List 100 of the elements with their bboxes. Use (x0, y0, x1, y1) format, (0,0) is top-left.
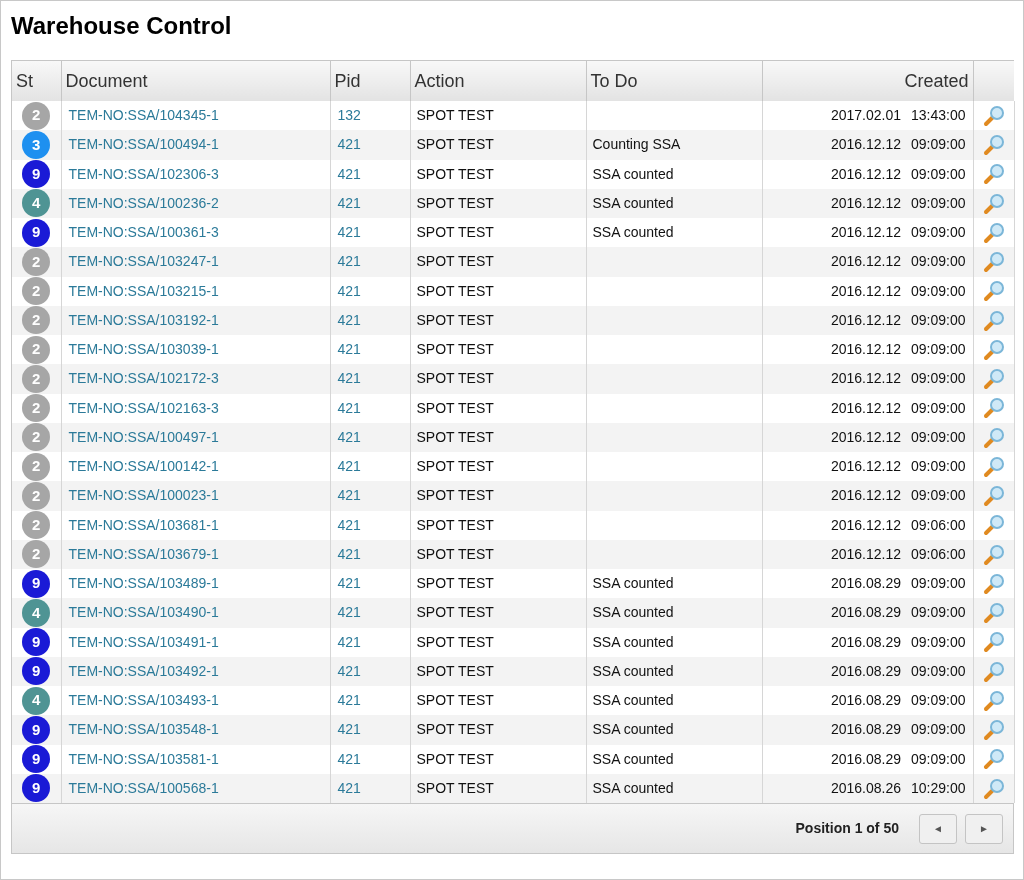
search-icon[interactable] (982, 104, 1005, 127)
column-header[interactable]: To Do (586, 61, 762, 101)
document-link[interactable]: TEM-NO:SSA/100236-2 (68, 194, 219, 211)
pid-link[interactable]: 421 (337, 633, 361, 650)
pid-link[interactable]: 421 (337, 458, 361, 475)
created-date: 2016.08.29 (830, 604, 901, 621)
search-icon[interactable] (982, 514, 1005, 537)
action-text: SPOT TEST (416, 428, 494, 445)
document-link[interactable]: TEM-NO:SSA/100568-1 (68, 779, 219, 796)
document-link[interactable]: TEM-NO:SSA/103039-1 (68, 341, 219, 358)
pid-link[interactable]: 421 (337, 545, 361, 562)
document-link[interactable]: TEM-NO:SSA/102163-3 (68, 399, 219, 416)
document-link[interactable]: TEM-NO:SSA/100142-1 (68, 458, 219, 475)
pid-link[interactable]: 421 (337, 165, 361, 182)
created-time: 09:09:00 (911, 428, 966, 445)
pid-link[interactable]: 421 (337, 136, 361, 153)
document-link[interactable]: TEM-NO:SSA/100023-1 (68, 487, 219, 504)
search-icon[interactable] (982, 543, 1005, 566)
action-text: SPOT TEST (416, 224, 494, 241)
pid-link[interactable]: 421 (337, 487, 361, 504)
search-icon[interactable] (982, 163, 1005, 186)
document-link[interactable]: TEM-NO:SSA/100361-3 (68, 224, 219, 241)
search-icon[interactable] (982, 221, 1005, 244)
pid-link[interactable]: 421 (337, 370, 361, 387)
column-header[interactable]: Document (61, 61, 330, 101)
document-link[interactable]: TEM-NO:SSA/103679-1 (68, 545, 219, 562)
status-badge: 9 (22, 774, 51, 803)
created-date: 2016.08.29 (830, 633, 901, 650)
pid-link[interactable]: 421 (337, 721, 361, 738)
document-link[interactable]: TEM-NO:SSA/103491-1 (68, 633, 219, 650)
search-icon[interactable] (982, 192, 1005, 215)
document-link[interactable]: TEM-NO:SSA/103247-1 (68, 253, 219, 270)
created-date: 2016.12.12 (830, 545, 901, 562)
search-icon[interactable] (982, 719, 1005, 741)
column-header[interactable]: Created (762, 61, 973, 101)
search-icon[interactable] (982, 338, 1005, 361)
pid-link[interactable]: 421 (337, 779, 361, 796)
document-link[interactable]: TEM-NO:SSA/104345-1 (68, 107, 219, 124)
created-date: 2016.12.12 (830, 458, 901, 475)
search-icon[interactable] (982, 397, 1005, 420)
document-link[interactable]: TEM-NO:SSA/103493-1 (68, 692, 219, 709)
next-page-button[interactable]: ► (965, 813, 1003, 844)
pid-link[interactable]: 421 (337, 282, 361, 299)
created-time: 09:09:00 (911, 721, 966, 738)
page-title: Warehouse Control (11, 11, 233, 41)
document-link[interactable]: TEM-NO:SSA/103490-1 (68, 604, 219, 621)
created-time: 09:09:00 (911, 194, 966, 211)
search-icon[interactable] (982, 251, 1005, 273)
document-link[interactable]: TEM-NO:SSA/103492-1 (68, 662, 219, 679)
pid-link[interactable]: 421 (337, 575, 361, 592)
created-date: 2016.12.12 (830, 136, 901, 153)
column-header[interactable]: Action (410, 61, 586, 101)
document-link[interactable]: TEM-NO:SSA/102306-3 (68, 165, 219, 182)
action-text: SPOT TEST (416, 107, 494, 124)
column-header[interactable]: St (12, 61, 61, 101)
pid-link[interactable]: 421 (337, 662, 361, 679)
status-badge: 2 (22, 423, 51, 452)
search-icon[interactable] (982, 455, 1005, 478)
status-badge: 9 (22, 628, 51, 657)
pid-link[interactable]: 421 (337, 341, 361, 358)
pid-link[interactable]: 421 (337, 399, 361, 416)
created-time: 09:09:00 (911, 370, 966, 387)
action-text: SPOT TEST (416, 633, 494, 650)
search-icon[interactable] (982, 689, 1005, 712)
search-icon[interactable] (982, 309, 1005, 332)
pid-link[interactable]: 132 (337, 107, 361, 124)
created-date: 2017.02.01 (830, 107, 901, 124)
pid-link[interactable]: 421 (337, 692, 361, 709)
pid-link[interactable]: 421 (337, 428, 361, 445)
search-icon[interactable] (982, 777, 1005, 800)
pid-link[interactable]: 421 (337, 224, 361, 241)
pid-link[interactable]: 421 (337, 194, 361, 211)
status-badge: 2 (22, 306, 51, 335)
search-icon[interactable] (982, 602, 1005, 624)
search-icon[interactable] (982, 426, 1005, 449)
document-link[interactable]: TEM-NO:SSA/103215-1 (68, 282, 219, 299)
search-icon[interactable] (982, 134, 1005, 156)
search-icon[interactable] (982, 660, 1005, 683)
pid-link[interactable]: 421 (337, 516, 361, 533)
pid-link[interactable]: 421 (337, 253, 361, 270)
search-icon[interactable] (982, 485, 1005, 507)
column-header[interactable]: Pid (330, 61, 410, 101)
search-icon[interactable] (982, 748, 1005, 771)
pid-link[interactable]: 421 (337, 750, 361, 767)
search-icon[interactable] (982, 631, 1005, 654)
document-link[interactable]: TEM-NO:SSA/103681-1 (68, 516, 219, 533)
previous-page-button[interactable]: ◄ (919, 813, 957, 844)
search-icon[interactable] (982, 572, 1005, 595)
action-text: SPOT TEST (416, 458, 494, 475)
pid-link[interactable]: 421 (337, 311, 361, 328)
document-link[interactable]: TEM-NO:SSA/103548-1 (68, 721, 219, 738)
document-link[interactable]: TEM-NO:SSA/102172-3 (68, 370, 219, 387)
document-link[interactable]: TEM-NO:SSA/100494-1 (68, 136, 219, 153)
document-link[interactable]: TEM-NO:SSA/100497-1 (68, 428, 219, 445)
search-icon[interactable] (982, 280, 1005, 303)
search-icon[interactable] (982, 368, 1005, 390)
document-link[interactable]: TEM-NO:SSA/103489-1 (68, 575, 219, 592)
pid-link[interactable]: 421 (337, 604, 361, 621)
document-link[interactable]: TEM-NO:SSA/103192-1 (68, 311, 219, 328)
document-link[interactable]: TEM-NO:SSA/103581-1 (68, 750, 219, 767)
